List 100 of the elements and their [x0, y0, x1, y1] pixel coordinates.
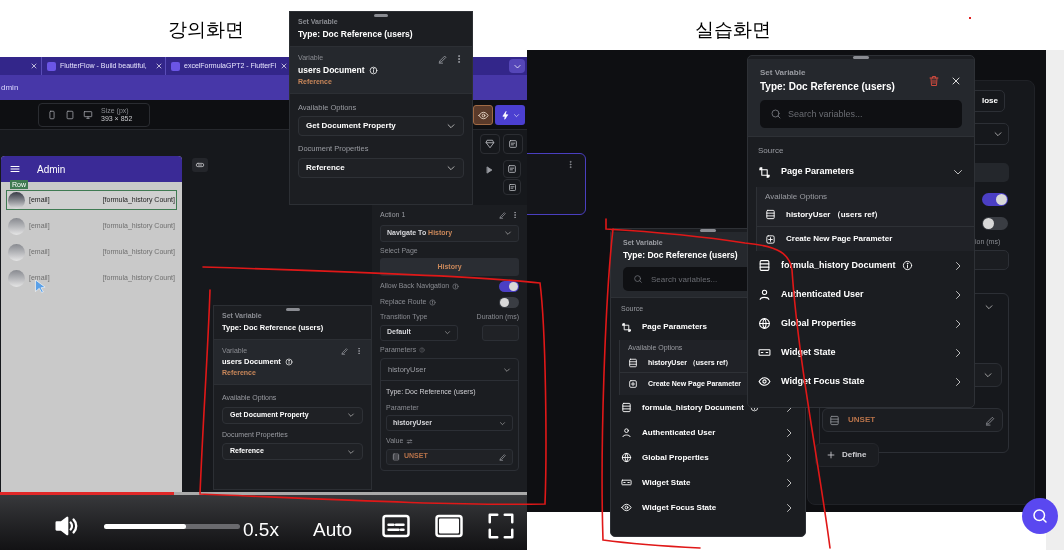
- app-title: Admin: [37, 162, 66, 177]
- speed-button[interactable]: 0.5x: [243, 516, 279, 545]
- info-icon: [419, 346, 426, 353]
- popup-type: Type: Doc Reference (users): [623, 248, 738, 262]
- search-icon: [770, 108, 782, 120]
- toggle-switch[interactable]: [499, 297, 519, 308]
- close-icon[interactable]: [155, 62, 163, 70]
- value-field[interactable]: UNSET: [822, 408, 1003, 432]
- eye-icon: [621, 502, 632, 514]
- widget-icon: [758, 346, 771, 359]
- pencil-icon[interactable]: [341, 347, 349, 355]
- sliders-icon: [406, 437, 414, 445]
- drag-handle[interactable]: [853, 56, 869, 59]
- source-item[interactable]: Authenticated User: [611, 420, 805, 446]
- chevron-down-icon[interactable]: [984, 302, 994, 312]
- plus-box-icon: [628, 379, 638, 390]
- avatar: [8, 243, 25, 261]
- note-icon: [507, 164, 517, 174]
- property-dropdown[interactable]: Reference: [298, 157, 464, 178]
- database-icon: [765, 209, 776, 220]
- note-button[interactable]: [503, 134, 523, 154]
- gem-icon: [485, 139, 495, 149]
- chevron-down-icon: [512, 111, 520, 119]
- close-icon[interactable]: [280, 62, 289, 70]
- more-icon[interactable]: [566, 160, 575, 169]
- drag-handle[interactable]: [374, 14, 388, 17]
- database-icon: [829, 414, 840, 426]
- chevron-down-icon: [503, 365, 511, 374]
- info-icon: [368, 65, 378, 75]
- plus-box-icon: [765, 233, 776, 245]
- pencil-icon[interactable]: [438, 53, 448, 64]
- source-item[interactable]: Page Parameters: [748, 157, 974, 187]
- avatar: [8, 191, 25, 209]
- quality-button[interactable]: Auto: [313, 516, 353, 545]
- info-icon: [452, 283, 460, 290]
- info-icon: [901, 260, 913, 271]
- chevron-down-icon: [444, 329, 451, 336]
- source-item[interactable]: Widget Focus State: [611, 495, 805, 521]
- tab-menu-button[interactable]: [509, 59, 525, 73]
- fullscreen-icon[interactable]: [486, 511, 516, 541]
- section-heading: 강의화면: [168, 18, 244, 42]
- search-icon: [1031, 507, 1049, 525]
- source-label: Source: [757, 145, 785, 157]
- phone-icon[interactable]: [47, 110, 57, 120]
- globe-icon: [758, 317, 771, 330]
- database-icon: [392, 452, 400, 461]
- note-button[interactable]: [503, 179, 521, 195]
- play-icon[interactable]: [484, 165, 494, 175]
- chevron-down-icon: [993, 129, 1003, 139]
- search-icon: [633, 274, 643, 285]
- source-item[interactable]: Global Properties: [611, 445, 805, 471]
- define-button[interactable]: Define: [815, 443, 879, 467]
- database-icon: [621, 402, 632, 414]
- eye-icon: [758, 375, 771, 388]
- volume-track[interactable]: [104, 524, 240, 529]
- pencil-icon: [985, 414, 996, 426]
- chevron-down-icon: [347, 447, 355, 456]
- toggle-switch[interactable]: [982, 193, 1008, 206]
- chevron-down-icon: [347, 411, 355, 419]
- info-icon: [429, 299, 437, 306]
- close-icon[interactable]: [30, 62, 38, 70]
- pencil-icon[interactable]: [499, 211, 507, 220]
- address-text: dmin: [0, 81, 19, 94]
- toggle-switch[interactable]: [499, 281, 519, 292]
- database-icon: [628, 357, 638, 368]
- preview-button[interactable]: [473, 105, 493, 125]
- pencil-icon: [499, 452, 507, 461]
- link-button[interactable]: [192, 158, 208, 172]
- note-button[interactable]: [503, 160, 521, 178]
- run-button[interactable]: [495, 105, 525, 125]
- note-icon: [507, 182, 517, 192]
- plus-icon: [826, 450, 836, 460]
- create-parameter-item[interactable]: Create New Page Parameter: [757, 227, 974, 251]
- link-icon: [195, 160, 205, 170]
- more-icon[interactable]: [355, 347, 363, 355]
- chevron-down-icon: [499, 419, 506, 427]
- globe-icon: [621, 452, 632, 464]
- note-icon: [508, 139, 518, 149]
- monitor-icon[interactable]: [83, 110, 93, 120]
- section-heading: 실습화면: [695, 18, 771, 42]
- avatar: [8, 217, 25, 235]
- option-item[interactable]: historyUser （users ref）: [757, 203, 974, 227]
- option-dropdown[interactable]: Get Document Property: [298, 116, 464, 137]
- drag-handle[interactable]: [285, 308, 300, 311]
- info-icon: [284, 357, 293, 366]
- popup-type: Type: Doc Reference (users): [760, 80, 895, 94]
- menu-icon[interactable]: [9, 163, 21, 175]
- gem-button[interactable]: [480, 134, 500, 154]
- database-icon: [758, 259, 771, 272]
- chevron-down-icon: [983, 370, 993, 380]
- search-field[interactable]: Search variables...: [760, 100, 962, 128]
- source-item[interactable]: Widget State: [611, 470, 805, 496]
- avatar: [8, 269, 25, 287]
- more-icon[interactable]: [511, 211, 519, 220]
- toggle-switch[interactable]: [982, 217, 1008, 230]
- drag-handle[interactable]: [700, 229, 716, 232]
- tablet-icon[interactable]: [65, 110, 75, 120]
- variable-name: users Document: [298, 63, 365, 77]
- frame-icon: [621, 321, 632, 333]
- trash-icon[interactable]: [928, 74, 940, 87]
